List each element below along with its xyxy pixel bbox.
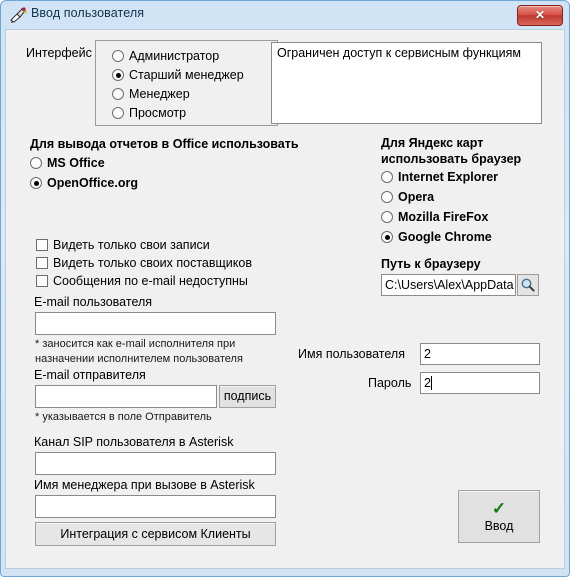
username-input[interactable]: 2	[420, 343, 540, 365]
checkbox-own-records-only[interactable]: Видеть только свои записи	[36, 238, 210, 252]
checkbox-label: Сообщения по e-mail недоступны	[53, 274, 248, 288]
interface-radio-group: Администратор Старший менеджер Менеджер …	[95, 40, 278, 126]
radio-opera[interactable]: Opera	[381, 190, 434, 204]
radio-indicator	[112, 107, 124, 119]
close-icon: ✕	[534, 8, 546, 22]
email-user-label: E-mail пользователя	[34, 295, 153, 309]
radio-openoffice[interactable]: OpenOffice.org	[30, 176, 138, 190]
interface-label: Интерфейс	[26, 46, 92, 60]
radio-indicator	[112, 69, 124, 81]
interface-description-textarea[interactable]: Ограничен доступ к сервисным функциям	[271, 42, 542, 124]
radio-administrator[interactable]: Администратор	[112, 49, 219, 63]
title-bar[interactable]: Ввод пользователя ✕	[1, 1, 569, 29]
radio-internet-explorer[interactable]: Internet Explorer	[381, 170, 498, 184]
window-title: Ввод пользователя	[31, 6, 145, 20]
password-label: Пароль	[368, 376, 412, 390]
dialog-client-area: Интерфейс Администратор Старший менеджер…	[5, 29, 565, 569]
asterisk-manager-input[interactable]	[35, 495, 276, 518]
email-user-hint-line2: назначении исполнителем пользователя	[35, 353, 243, 365]
radio-indicator	[381, 191, 393, 203]
browser-path-label: Путь к браузеру	[381, 257, 481, 271]
email-sender-hint: * указывается в поле Отправитель	[35, 411, 212, 423]
checkbox-own-suppliers-only[interactable]: Видеть только своих поставщиков	[36, 256, 252, 270]
radio-view-only[interactable]: Просмотр	[112, 106, 186, 120]
radio-mozilla-firefox[interactable]: Mozilla FireFox	[381, 210, 488, 224]
radio-label: MS Office	[47, 156, 105, 170]
browse-path-button[interactable]	[517, 274, 539, 296]
email-user-input[interactable]	[35, 312, 276, 335]
browser-group-label-line2: использовать браузер	[381, 152, 522, 166]
radio-label: Mozilla FireFox	[398, 210, 489, 224]
asterisk-manager-label: Имя менеджера при вызове в Asterisk	[34, 478, 255, 492]
signature-button[interactable]: подпись	[219, 385, 276, 408]
radio-label: OpenOffice.org	[47, 176, 138, 190]
close-button[interactable]: ✕	[517, 5, 563, 26]
dialog-window: Ввод пользователя ✕ Интерфейс Администра…	[0, 0, 570, 577]
radio-indicator	[381, 231, 393, 243]
asterisk-sip-label: Канал SIP пользователя в Asterisk	[34, 435, 234, 449]
browser-group-label-line1: Для Яндекс карт	[381, 136, 484, 150]
radio-manager[interactable]: Менеджер	[112, 87, 190, 101]
email-user-hint-line1: * заносится как e-mail исполнителя при	[35, 338, 236, 350]
radio-indicator	[30, 157, 42, 169]
checkbox-label: Видеть только своих поставщиков	[53, 256, 252, 270]
email-sender-label: E-mail отправителя	[34, 368, 146, 382]
checkbox-indicator	[36, 275, 48, 287]
radio-label: Opera	[398, 190, 435, 204]
radio-label: Google Chrome	[398, 230, 492, 244]
submit-button-label: Ввод	[484, 519, 514, 533]
browser-path-input[interactable]: C:\Users\Alex\AppData	[381, 274, 516, 296]
radio-label: Старший менеджер	[129, 68, 244, 82]
radio-senior-manager[interactable]: Старший менеджер	[112, 68, 244, 82]
checkbox-indicator	[36, 257, 48, 269]
pen-write-icon	[9, 6, 27, 24]
text-caret	[430, 376, 432, 390]
username-label: Имя пользователя	[298, 347, 405, 361]
office-group-label: Для вывода отчетов в Office использовать	[30, 137, 299, 151]
radio-indicator	[112, 50, 124, 62]
radio-indicator	[112, 88, 124, 100]
submit-button[interactable]: ✓ Ввод	[458, 490, 540, 543]
checkbox-indicator	[36, 239, 48, 251]
radio-ms-office[interactable]: MS Office	[30, 156, 105, 170]
radio-indicator	[381, 211, 393, 223]
checkbox-label: Видеть только свои записи	[53, 238, 210, 252]
clients-integration-button[interactable]: Интеграция с сервисом Клиенты	[35, 522, 276, 546]
radio-label: Администратор	[129, 49, 220, 63]
radio-indicator	[30, 177, 42, 189]
radio-google-chrome[interactable]: Google Chrome	[381, 230, 492, 244]
radio-label: Просмотр	[129, 106, 187, 120]
magnifier-icon	[518, 277, 538, 293]
radio-label: Менеджер	[129, 87, 190, 101]
radio-indicator	[381, 171, 393, 183]
email-sender-input[interactable]	[35, 385, 217, 408]
asterisk-sip-input[interactable]	[35, 452, 276, 475]
radio-label: Internet Explorer	[398, 170, 499, 184]
password-value: 2	[424, 376, 431, 390]
checkbox-email-messages-unavailable[interactable]: Сообщения по e-mail недоступны	[36, 274, 248, 288]
check-mark-icon: ✓	[491, 499, 507, 518]
password-input[interactable]: 2	[420, 372, 540, 394]
